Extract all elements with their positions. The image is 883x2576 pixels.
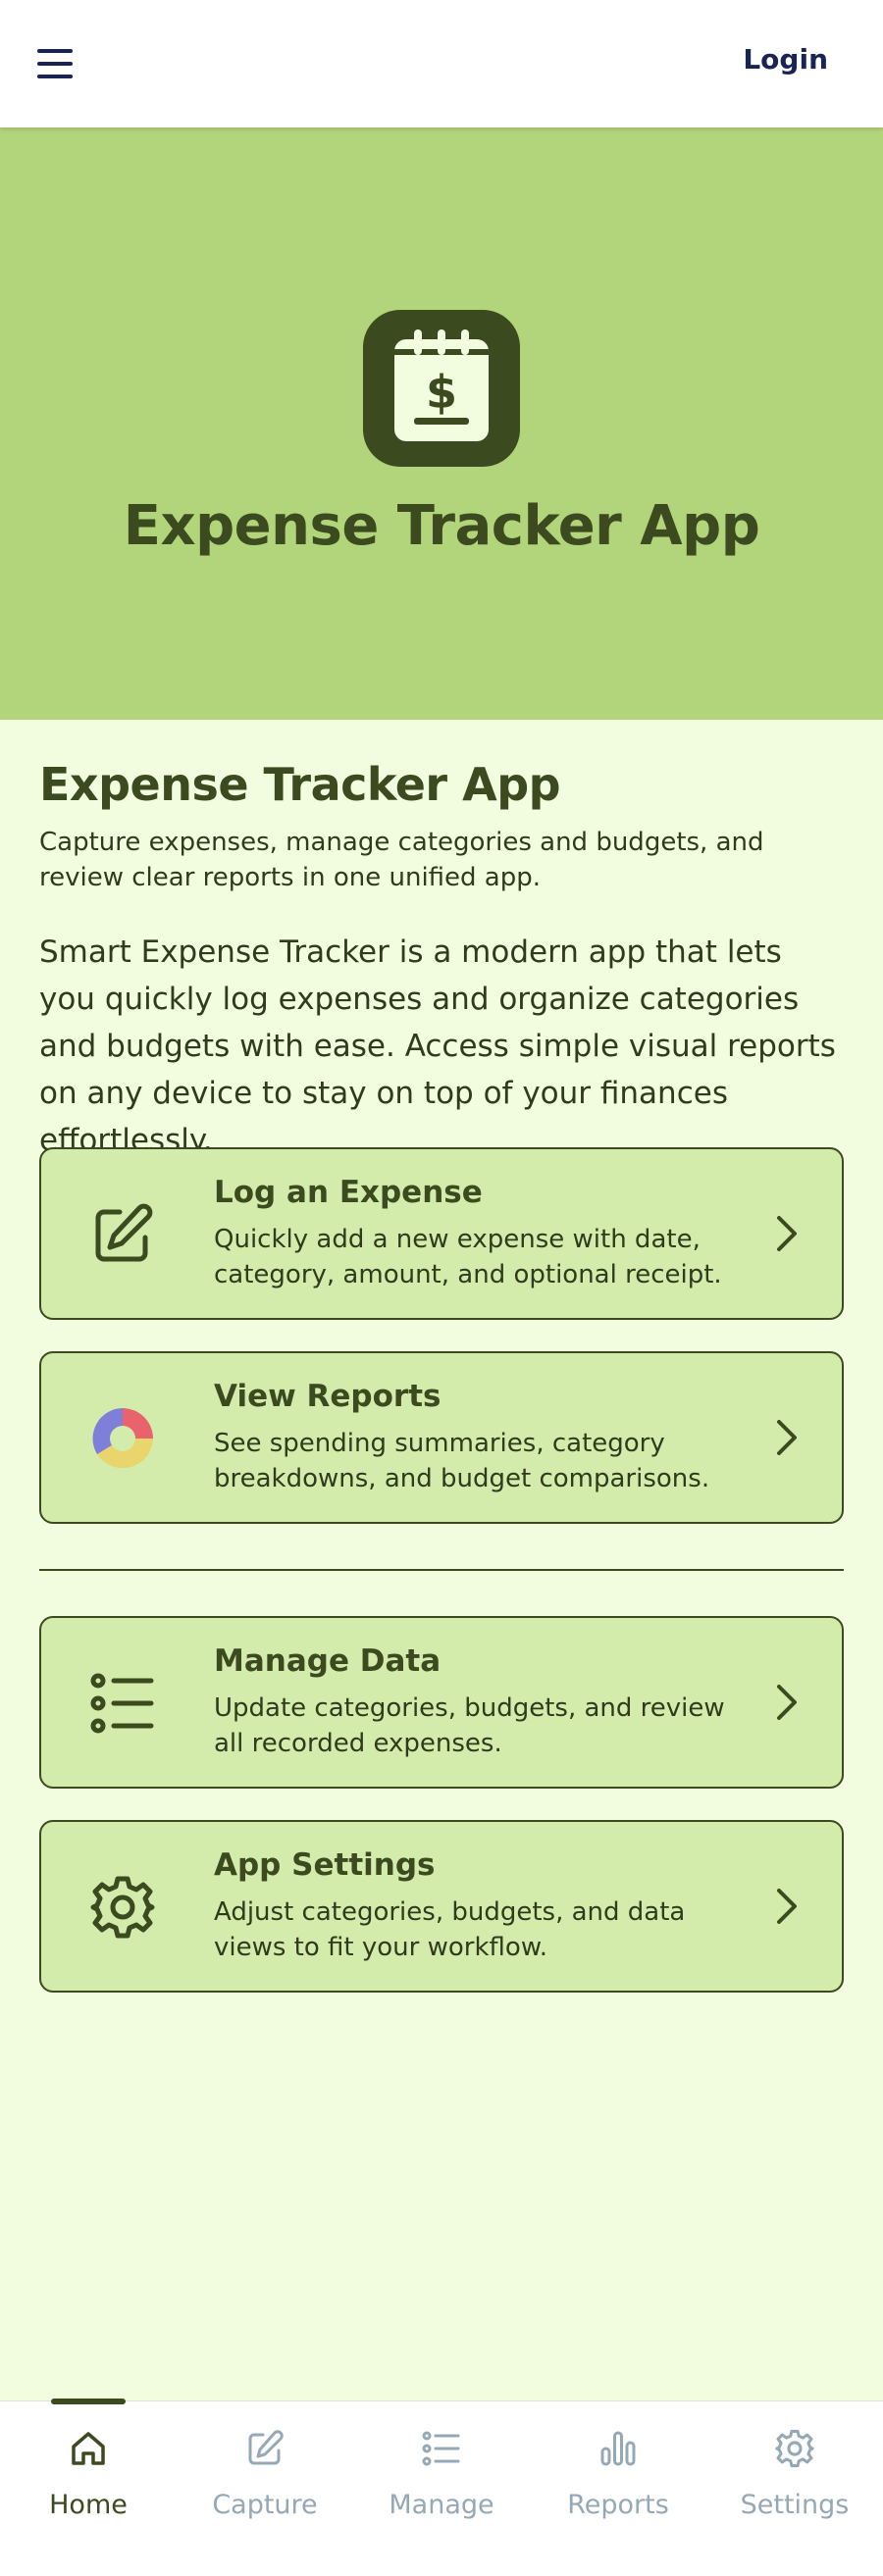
- nav-item-capture[interactable]: Capture: [177, 2401, 353, 2576]
- log-expense-card[interactable]: Log an Expense Quickly add a new expense…: [39, 1147, 844, 1320]
- page-subtitle: Capture expenses, manage categories and …: [39, 827, 764, 892]
- card-description: Adjust categories, budgets, and data vie…: [214, 1897, 686, 1962]
- hero-banner: $ Expense Tracker App: [0, 127, 883, 720]
- nav-item-home[interactable]: Home: [0, 2401, 177, 2576]
- hamburger-menu-button[interactable]: [35, 47, 75, 80]
- edit-icon: [245, 2429, 285, 2468]
- chevron-right-icon: [775, 1887, 799, 1926]
- card-description: See spending summaries, category breakdo…: [214, 1429, 710, 1493]
- nav-label: Capture: [212, 2490, 318, 2520]
- nav-label: Manage: [389, 2490, 494, 2520]
- app-description: Smart Expense Tracker is a modern app th…: [39, 934, 836, 1158]
- chevron-right-icon: [775, 1683, 799, 1722]
- nav-item-reports[interactable]: Reports: [530, 2401, 706, 2576]
- svg-text:$: $: [426, 366, 457, 419]
- nav-label: Reports: [567, 2490, 669, 2520]
- app-logo: $: [363, 310, 520, 467]
- chevron-right-icon: [775, 1214, 799, 1253]
- hamburger-menu-icon: [37, 49, 73, 78]
- hero-title: Expense Tracker App: [123, 494, 760, 558]
- manage-data-card[interactable]: Manage Data Update categories, budgets, …: [39, 1616, 844, 1789]
- receipt-dollar-icon: $: [394, 329, 489, 441]
- gear-icon: [775, 2429, 814, 2468]
- card-description: Quickly add a new expense with date, cat…: [214, 1225, 722, 1289]
- pie-chart-icon: [90, 1406, 155, 1471]
- page-title: Expense Tracker App: [39, 758, 561, 811]
- app-settings-card[interactable]: App Settings Adjust categories, budgets,…: [39, 1820, 844, 1993]
- card-title: Manage Data: [214, 1643, 442, 1679]
- nav-label: Home: [49, 2490, 128, 2520]
- nav-item-manage[interactable]: Manage: [353, 2401, 530, 2576]
- nav-label: Settings: [740, 2490, 850, 2520]
- nav-item-settings[interactable]: Settings: [706, 2401, 883, 2576]
- intro-section: Expense Tracker App Capture expenses, ma…: [39, 720, 844, 1164]
- gear-icon: [90, 1875, 155, 1940]
- card-title: Log an Expense: [214, 1175, 483, 1210]
- login-button[interactable]: Login: [743, 43, 828, 76]
- bar-chart-icon: [598, 2429, 638, 2468]
- home-icon: [69, 2429, 108, 2468]
- view-reports-card[interactable]: View Reports See spending summaries, cat…: [39, 1351, 844, 1524]
- top-app-bar: Login: [0, 0, 883, 127]
- section-divider: [39, 1569, 844, 1571]
- card-title: App Settings: [214, 1847, 436, 1883]
- card-description: Update categories, budgets, and review a…: [214, 1693, 725, 1758]
- chevron-right-icon: [775, 1418, 799, 1457]
- card-title: View Reports: [214, 1379, 442, 1414]
- list-icon: [422, 2429, 461, 2468]
- list-icon: [90, 1671, 155, 1736]
- edit-icon: [90, 1202, 155, 1267]
- bottom-navigation: Home Capture Manage Reports Settings: [0, 2399, 883, 2576]
